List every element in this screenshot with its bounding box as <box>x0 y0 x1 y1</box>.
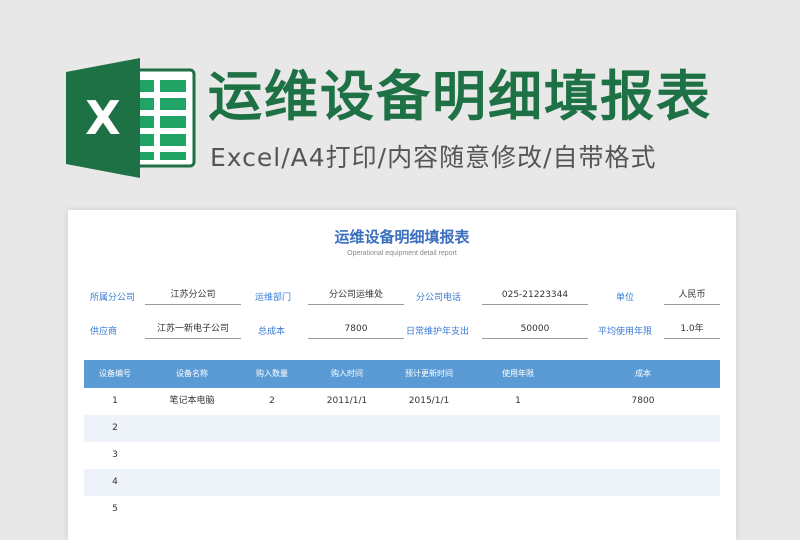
info-value-supplier[interactable]: 江苏一新电子公司 <box>145 320 241 339</box>
column-header[interactable]: 成本 <box>566 360 720 388</box>
headline-subtitle: Excel/A4打印/内容随意修改/自带格式 <box>210 143 657 172</box>
spreadsheet-preview: 运维设备明细填报表 Operational equipment detail r… <box>68 210 736 540</box>
info-label-annual-maintenance: 日常维护年支出 <box>406 327 470 337</box>
column-header[interactable]: 购入数量 <box>238 360 306 388</box>
info-value-company[interactable]: 江苏分公司 <box>145 286 241 305</box>
info-label-avg-years: 平均使用年限 <box>598 327 653 337</box>
column-header[interactable]: 预计更新时间 <box>388 360 470 388</box>
table-cell[interactable] <box>470 415 566 442</box>
info-value-unit[interactable]: 人民币 <box>664 286 720 305</box>
info-label-department: 运维部门 <box>255 293 292 303</box>
column-header[interactable]: 设备名称 <box>146 360 238 388</box>
table-header: 设备编号 设备名称 购入数量 购入时间 预计更新时间 使用年限 成本 <box>84 360 720 388</box>
table-cell[interactable] <box>238 415 306 442</box>
table-row: 1 笔记本电脑 2 2011/1/1 2015/1/1 1 7800 <box>84 388 720 415</box>
info-label-unit: 单位 <box>616 293 635 303</box>
table-cell[interactable]: 5 <box>84 496 146 523</box>
table-cell[interactable] <box>470 442 566 469</box>
table-cell[interactable] <box>306 415 388 442</box>
table-cell[interactable] <box>388 496 470 523</box>
table-cell[interactable] <box>566 469 720 496</box>
info-row-1: 所属分公司 江苏分公司 运维部门 分公司运维处 分公司电话 025-212233… <box>68 286 736 308</box>
info-value-total-cost[interactable]: 7800 <box>308 320 404 339</box>
table-row: 2 <box>84 415 720 442</box>
svg-text:X: X <box>85 91 120 145</box>
table-cell[interactable] <box>238 469 306 496</box>
table-cell[interactable] <box>470 469 566 496</box>
table-cell[interactable]: 2 <box>84 415 146 442</box>
table-cell[interactable] <box>146 496 238 523</box>
info-value-avg-years[interactable]: 1.0年 <box>664 320 720 339</box>
banner: X 运维设备明细填报表 Excel/A4打印/内容随意修改/自带格式 <box>0 0 800 200</box>
info-label-supplier: 供应商 <box>90 327 118 337</box>
table-cell[interactable] <box>306 442 388 469</box>
table-cell[interactable]: 3 <box>84 442 146 469</box>
table-cell[interactable]: 2 <box>238 388 306 415</box>
excel-logo-icon: X <box>66 58 196 178</box>
info-value-annual-maintenance[interactable]: 50000 <box>482 320 588 339</box>
table-cell[interactable] <box>238 496 306 523</box>
table-row: 4 <box>84 469 720 496</box>
sheet-subtitle: Operational equipment detail report <box>347 250 457 257</box>
table-cell[interactable] <box>566 496 720 523</box>
headline-title: 运维设备明细填报表 <box>208 65 712 128</box>
table-cell[interactable]: 2011/1/1 <box>306 388 388 415</box>
info-label-total-cost: 总成本 <box>258 327 286 337</box>
table-row: 5 <box>84 496 720 523</box>
table-cell[interactable] <box>566 442 720 469</box>
table-cell[interactable] <box>146 469 238 496</box>
table-cell[interactable] <box>566 415 720 442</box>
table-cell[interactable]: 7800 <box>566 388 720 415</box>
table-cell[interactable]: 1 <box>470 388 566 415</box>
table-cell[interactable] <box>388 469 470 496</box>
table-cell[interactable] <box>306 469 388 496</box>
table-cell[interactable] <box>470 496 566 523</box>
table-cell[interactable] <box>146 442 238 469</box>
info-label-phone: 分公司电话 <box>416 293 462 303</box>
table-cell[interactable] <box>388 442 470 469</box>
table-cell[interactable]: 1 <box>84 388 146 415</box>
table-cell[interactable]: 笔记本电脑 <box>146 388 238 415</box>
info-label-company: 所属分公司 <box>90 293 136 303</box>
equipment-table: 设备编号 设备名称 购入数量 购入时间 预计更新时间 使用年限 成本 1 笔记本… <box>84 360 720 523</box>
column-header[interactable]: 设备编号 <box>84 360 146 388</box>
table-cell[interactable] <box>238 442 306 469</box>
table-cell[interactable] <box>388 415 470 442</box>
column-header[interactable]: 购入时间 <box>306 360 388 388</box>
column-header[interactable]: 使用年限 <box>470 360 566 388</box>
table-cell[interactable]: 2015/1/1 <box>388 388 470 415</box>
table-cell[interactable] <box>146 415 238 442</box>
info-value-phone[interactable]: 025-21223344 <box>482 286 588 305</box>
table-cell[interactable] <box>306 496 388 523</box>
info-row-2: 供应商 江苏一新电子公司 总成本 7800 日常维护年支出 50000 平均使用… <box>68 320 736 342</box>
table-cell[interactable]: 4 <box>84 469 146 496</box>
table-row: 3 <box>84 442 720 469</box>
info-value-department[interactable]: 分公司运维处 <box>308 286 404 305</box>
sheet-title: 运维设备明细填报表 <box>334 229 470 246</box>
